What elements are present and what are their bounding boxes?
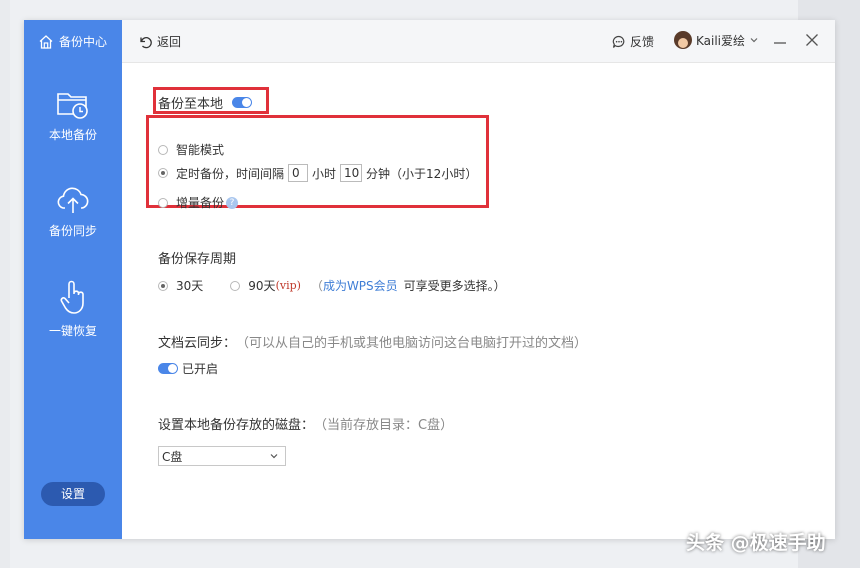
retention-options: 30天 90天 (vip) （ 成为WPS会员 可享受更多选择。）: [158, 277, 506, 294]
cloud-sync-toggle[interactable]: [158, 363, 178, 374]
mode-label: 智能模式: [176, 143, 225, 157]
hand-pointer-icon: [60, 280, 84, 314]
close-icon[interactable]: [802, 30, 822, 50]
local-backup-row: 备份至本地: [158, 93, 253, 112]
radio-30-days[interactable]: [158, 280, 168, 291]
interval-hours-input[interactable]: 0: [288, 164, 309, 182]
brand: 备份中心: [38, 33, 107, 50]
radio-smart[interactable]: [158, 144, 168, 155]
user-menu[interactable]: Kaili爱绘: [674, 31, 759, 49]
avatar: [674, 31, 692, 49]
home-icon: [39, 34, 53, 49]
interval-note: （小于12小时）: [390, 166, 478, 181]
settings-content: 备份至本地 智能模式 定时备份，时间间隔 0 小时 10 分钟 （小于12小时）…: [122, 63, 835, 539]
mode-incremental[interactable]: 增量备份 ?: [158, 194, 239, 211]
mode-smart[interactable]: 智能模式: [158, 141, 224, 158]
option-30-label: 30天: [176, 279, 204, 293]
chevron-down-icon: [750, 38, 758, 43]
sidebar-item-label: 备份同步: [48, 224, 97, 238]
help-icon[interactable]: ?: [226, 196, 239, 209]
chevron-down-icon: [270, 454, 278, 459]
sidebar-item-local-backup[interactable]: 本地备份: [24, 88, 122, 143]
mode-scheduled[interactable]: 定时备份，时间间隔 0 小时 10 分钟 （小于12小时）: [158, 164, 477, 182]
radio-incremental[interactable]: [158, 197, 168, 208]
feedback-button[interactable]: 反馈: [612, 33, 654, 50]
disk-select[interactable]: C盘: [158, 446, 286, 466]
minutes-unit: 分钟: [366, 166, 391, 181]
member-suffix: 可享受更多选择。）: [403, 279, 506, 293]
folder-clock-icon: [57, 93, 88, 119]
wps-member-link[interactable]: 成为WPS会员: [323, 277, 398, 294]
cloud-sync-description: （可以从自己的手机或其他电脑访问这台电脑打开过的文档）: [236, 336, 588, 351]
undo-arrow-icon: [140, 36, 152, 48]
back-label: 返回: [157, 35, 182, 49]
paren-open: （: [310, 279, 323, 293]
sidebar-item-one-click-restore[interactable]: 一键恢复: [24, 278, 122, 339]
chat-bubble-icon: [612, 35, 625, 48]
username: Kaili爱绘: [696, 33, 746, 48]
minimize-icon[interactable]: [770, 30, 790, 50]
mode-label: 增量备份: [176, 196, 225, 210]
feedback-label: 反馈: [630, 35, 655, 49]
disk-title: 设置本地备份存放的磁盘：: [158, 418, 315, 433]
disk-current: （当前存放目录：C盘）: [314, 418, 454, 433]
sidebar-item-label: 一键恢复: [48, 324, 97, 338]
sidebar: 备份中心 本地备份 备份同步 一键恢复 设置: [24, 20, 122, 539]
local-backup-title: 备份至本地: [158, 97, 224, 112]
sidebar-item-label: 本地备份: [48, 128, 97, 142]
vip-tag: (vip): [275, 279, 301, 292]
background-left: [0, 0, 10, 568]
cloud-sync-status: 已开启: [182, 362, 219, 376]
backup-center-window: 备份中心 本地备份 备份同步 一键恢复 设置 返回 反馈 Kaili爱绘 备份至…: [24, 20, 835, 539]
watermark: 头条 @极速手助: [686, 532, 826, 554]
cloud-sync-status-row: 已开启: [158, 360, 218, 377]
cloud-upload-icon: [57, 187, 89, 213]
cloud-sync-title: 文档云同步：: [158, 336, 237, 351]
radio-90-days[interactable]: [230, 280, 241, 291]
mode-label: 定时备份，时间间隔: [176, 166, 285, 181]
interval-minutes-input[interactable]: 10: [340, 164, 363, 182]
disk-selected-value: C盘: [162, 449, 183, 464]
radio-scheduled[interactable]: [158, 168, 168, 178]
top-bar: 返回 反馈 Kaili爱绘: [122, 20, 835, 63]
settings-button[interactable]: 设置: [41, 482, 105, 506]
hours-unit: 小时: [312, 166, 337, 181]
option-90-label: 90天: [248, 279, 276, 293]
local-backup-toggle[interactable]: [232, 97, 253, 108]
cloud-sync-row: 文档云同步： （可以从自己的手机或其他电脑访问这台电脑打开过的文档）: [158, 332, 587, 351]
sidebar-item-backup-sync[interactable]: 备份同步: [24, 184, 122, 239]
retention-title: 备份保存周期: [158, 252, 237, 267]
back-button[interactable]: 返回: [138, 33, 181, 50]
brand-label: 备份中心: [59, 35, 108, 49]
disk-row: 设置本地备份存放的磁盘： （当前存放目录：C盘）: [158, 414, 453, 433]
